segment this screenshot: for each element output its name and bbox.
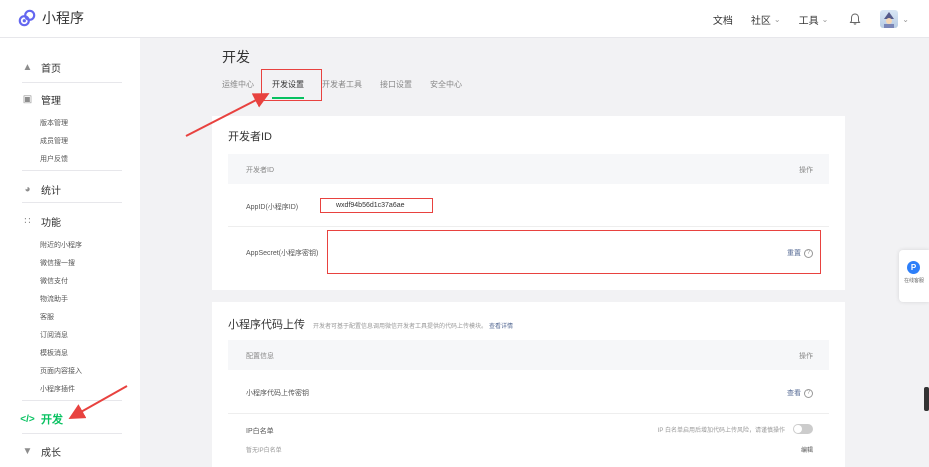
table-header: 开发者ID 操作 (228, 154, 829, 184)
grid-icon: ∷ (24, 216, 31, 227)
ip-whitelist-empty: 暂无IP白名单 (246, 448, 282, 454)
tab-security[interactable]: 安全中心 (430, 79, 462, 99)
sidebar-subitem-nearby[interactable]: 附近的小程序 (40, 240, 82, 250)
table-row: AppID(小程序ID) wxdf94b56d1c37a6ae (228, 184, 829, 227)
sidebar-item-label: 成长 (41, 448, 61, 459)
sidebar-item-label: 统计 (41, 186, 61, 197)
sidebar-subitem-plugin[interactable]: 小程序插件 (40, 384, 75, 394)
divider (22, 170, 122, 171)
appsecret-label: AppSecret(小程序密钥) (246, 250, 319, 257)
tab-ops[interactable]: 运维中心 (222, 79, 254, 99)
ip-whitelist-toggle-group: IP 白名单启用后增加代码上传风险，请谨慎操作 (658, 424, 813, 434)
sidebar-item-label: 开发 (41, 414, 63, 426)
chevron-down-icon[interactable]: ⌄ (902, 15, 909, 24)
upload-key-label: 小程序代码上传密钥 (246, 390, 309, 397)
help-p-icon: P (907, 261, 920, 274)
code-icon: </> (20, 413, 35, 425)
sidebar-subitem-versions[interactable]: 版本管理 (40, 118, 68, 128)
annotation-box-secret (327, 230, 821, 274)
annotation-box-tab (261, 69, 322, 101)
sidebar-subitem-members[interactable]: 成员管理 (40, 136, 68, 146)
help-label: 在线客服 (903, 278, 924, 284)
sidebar-item-label: 功能 (41, 218, 61, 229)
logo[interactable]: 小程序 (18, 8, 84, 28)
sidebar-item-stats[interactable]: ◕ 统计 (22, 182, 61, 197)
ip-whitelist-toggle[interactable] (793, 424, 813, 434)
column-header: 开发者ID (246, 167, 274, 174)
view-label: 查看 (787, 390, 801, 397)
code-upload-card: 小程序代码上传 开发者可基于配置信息调用微信开发者工具提供的代码上传模块。 查看… (212, 302, 845, 467)
sidebar-subitem-template[interactable]: 模板消息 (40, 348, 68, 358)
sidebar-subitem-feedback[interactable]: 用户反馈 (40, 154, 68, 164)
chevron-down-icon: ⌄ (821, 14, 829, 24)
column-header: 操作 (799, 353, 813, 360)
section-title: 小程序代码上传 (228, 319, 305, 331)
sidebar: ▲ 首页 ▣ 管理 版本管理 成员管理 用户反馈 ◕ 统计 ∷ 功能 附近的小程… (0, 38, 140, 467)
scrollbar-thumb[interactable] (924, 387, 929, 411)
online-help-widget[interactable]: P 在线客服 (899, 250, 929, 302)
nav-docs[interactable]: 文档 (713, 12, 733, 27)
section-description: 开发者可基于配置信息调用微信开发者工具提供的代码上传模块。 (313, 324, 488, 330)
sidebar-item-dev[interactable]: </> 开发 (20, 411, 63, 427)
nav-tools[interactable]: 工具 ⌄ (799, 12, 829, 27)
sprout-icon: ▼ (22, 446, 33, 457)
question-icon[interactable]: ? (804, 388, 813, 398)
sidebar-item-home[interactable]: ▲ 首页 (22, 60, 61, 75)
appid-label: AppID(小程序ID) (246, 204, 299, 211)
table-row: IP白名单 IP 白名单启用后增加代码上传风险，请谨慎操作 暂无IP白名单 编辑 (228, 414, 829, 467)
sidebar-subitem-search[interactable]: 微信搜一搜 (40, 258, 75, 268)
sidebar-item-manage[interactable]: ▣ 管理 (22, 92, 61, 107)
divider (22, 433, 122, 434)
chevron-down-icon: ⌄ (773, 14, 781, 24)
nav-tools-label: 工具 (798, 15, 819, 27)
avatar[interactable] (880, 10, 899, 28)
bell-icon[interactable] (848, 12, 862, 26)
tab-dev-tools[interactable]: 开发者工具 (322, 79, 362, 99)
sidebar-item-label: 首页 (41, 64, 61, 75)
section-title-row: 小程序代码上传 开发者可基于配置信息调用微信开发者工具提供的代码上传模块。 查看… (228, 316, 513, 332)
view-details-link[interactable]: 查看详情 (489, 321, 513, 330)
ip-whitelist-hint: IP 白名单启用后增加代码上传风险，请谨慎操作 (657, 427, 785, 434)
mini-program-logo-icon (18, 9, 36, 27)
pie-chart-icon: ◕ (24, 184, 31, 195)
annotation-box-appid (320, 198, 433, 213)
avatar-image-icon (884, 12, 895, 28)
sidebar-item-label: 管理 (41, 96, 61, 107)
nav-community[interactable]: 社区 ⌄ (751, 12, 781, 27)
divider (22, 82, 122, 83)
sidebar-subitem-logistics[interactable]: 物流助手 (40, 294, 68, 304)
top-nav: 文档 社区 ⌄ 工具 ⌄ ⌄ (695, 0, 909, 38)
table-row: 小程序代码上传密钥 查看 ? (228, 370, 829, 414)
nav-community-label: 社区 (750, 15, 771, 27)
home-icon: ▲ (22, 62, 33, 73)
sidebar-item-features[interactable]: ∷ 功能 (22, 214, 61, 229)
divider (22, 400, 122, 401)
top-bar: 小程序 文档 社区 ⌄ 工具 ⌄ ⌄ (0, 0, 929, 38)
sidebar-subitem-service[interactable]: 客服 (40, 312, 54, 322)
ip-whitelist-label: IP白名单 (246, 428, 274, 435)
sidebar-subitem-content[interactable]: 页面内容接入 (40, 366, 82, 376)
sidebar-subitem-subscribe[interactable]: 订阅消息 (40, 330, 68, 340)
ip-whitelist-edit-link[interactable]: 编辑 (801, 445, 813, 454)
section-title: 开发者ID (228, 131, 272, 143)
logo-text: 小程序 (42, 10, 84, 26)
column-header: 配置信息 (246, 353, 274, 360)
tab-api-settings[interactable]: 接口设置 (380, 79, 412, 99)
sidebar-subitem-pay[interactable]: 微信支付 (40, 276, 68, 286)
view-key-button[interactable]: 查看 ? (787, 388, 813, 398)
column-header: 操作 (799, 167, 813, 174)
sidebar-item-grow[interactable]: ▼ 成长 (22, 444, 61, 459)
page-title: 开发 (222, 49, 250, 65)
divider (22, 202, 122, 203)
monitor-icon: ▣ (22, 94, 33, 105)
table-header: 配置信息 操作 (228, 340, 829, 370)
